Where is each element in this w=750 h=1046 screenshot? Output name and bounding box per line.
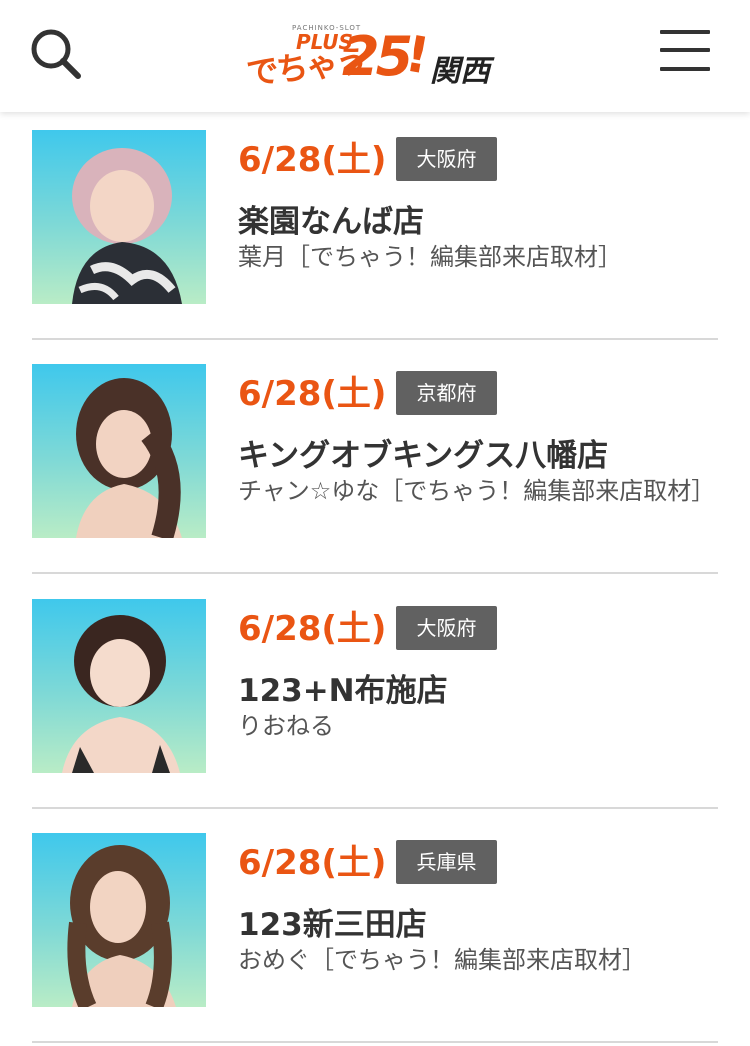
search-button[interactable] [28,26,84,82]
performer-description: りおねる [238,712,334,740]
site-logo[interactable]: PACHINKO-SLOT PLUS でちゃう 25 ! 関西 [245,16,506,92]
performer-photo [32,364,206,538]
person-avatar-icon [76,378,182,538]
event-date: 6/28(土) [238,609,387,649]
event-date: 6/28(土) [238,374,387,414]
store-name: 123+N布施店 [238,673,448,709]
event-date: 6/28(土) [238,843,387,883]
menu-bar-icon [660,67,710,71]
menu-bar-icon [660,30,710,34]
person-avatar-icon [72,148,182,304]
search-icon [31,29,81,79]
performer-description: 葉月［でちゃう！編集部来店取材］ [238,243,622,271]
store-name: 楽園なんば店 [238,204,424,240]
logo-number: 25 [342,25,413,88]
performer-photo [32,130,206,304]
performer-description: おめぐ［でちゃう！編集部来店取材］ [238,946,646,974]
divider [32,1041,718,1043]
prefecture-badge: 大阪府 [396,137,497,181]
hamburger-menu-button[interactable] [660,28,714,76]
divider [32,572,718,574]
logo-region: 関西 [430,54,490,89]
menu-bar-icon [660,48,710,52]
store-name: キングオブキングス八幡店 [238,438,609,474]
person-avatar-icon [62,615,180,773]
store-name: 123新三田店 [238,907,427,943]
divider [32,807,718,809]
person-avatar-icon [67,845,176,1007]
performer-photo [32,599,206,773]
site-header: PACHINKO-SLOT PLUS でちゃう 25 ! 関西 [0,0,750,112]
divider [32,338,718,340]
performer-photo [32,833,206,1007]
prefecture-badge: 京都府 [396,371,497,415]
event-date: 6/28(土) [238,140,387,180]
prefecture-badge: 兵庫県 [396,840,497,884]
performer-description: チャン☆ゆな［でちゃう！編集部来店取材］ [238,477,716,505]
prefecture-badge: 大阪府 [396,606,497,650]
